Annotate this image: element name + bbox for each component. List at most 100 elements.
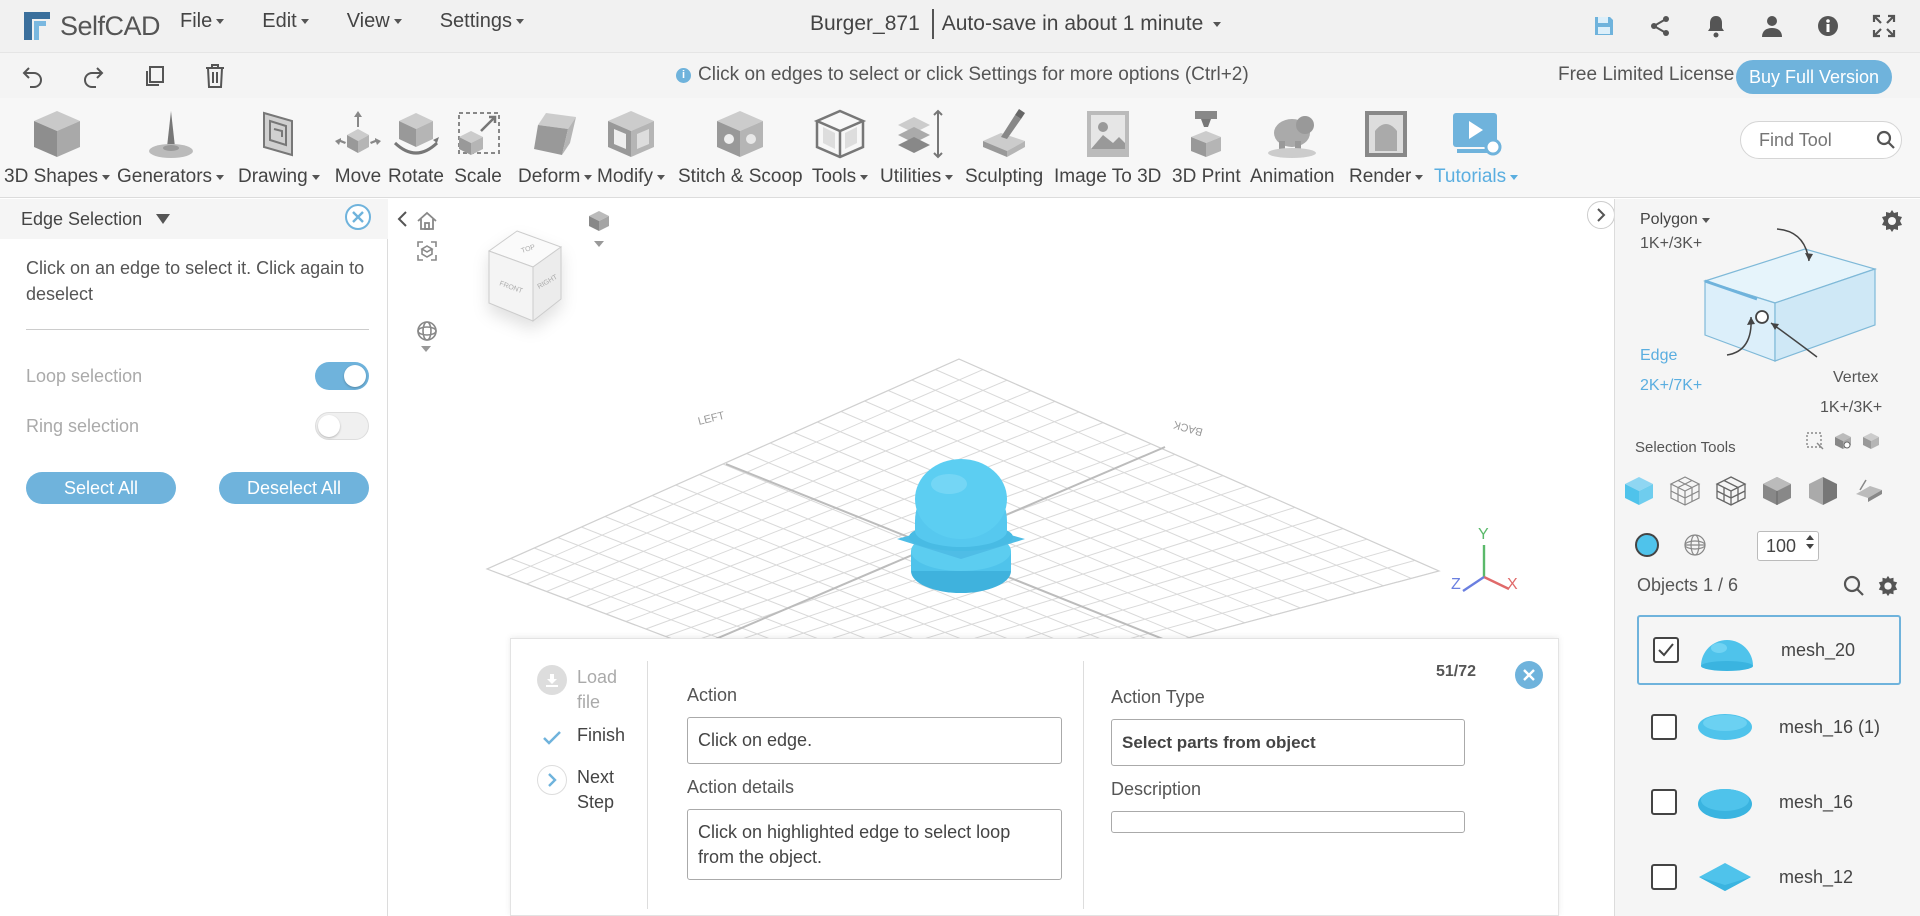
autosave-status[interactable]: Auto-save in about 1 minute: [942, 12, 1204, 36]
redo-icon[interactable]: [78, 61, 108, 91]
solid-select-icon[interactable]: [1861, 431, 1881, 451]
render-icon: [1357, 104, 1415, 164]
tool-move[interactable]: Move: [329, 104, 387, 188]
tool-rotate[interactable]: Rotate: [387, 104, 445, 188]
sculpting-icon: [975, 104, 1033, 164]
close-panel-button[interactable]: [345, 204, 371, 230]
tool-image-to-3d[interactable]: Image To 3D: [1054, 104, 1161, 188]
next-step[interactable]: Next Step: [537, 765, 627, 815]
user-icon[interactable]: [1754, 8, 1790, 44]
menu-settings[interactable]: Settings: [436, 10, 528, 33]
generator-icon: [142, 104, 200, 164]
tool-scale[interactable]: Scale: [449, 104, 507, 188]
tutorials-icon: [1447, 104, 1505, 164]
copy-icon[interactable]: [140, 61, 170, 91]
deselect-all-button[interactable]: Deselect All: [219, 472, 369, 504]
finish-step[interactable]: Finish: [537, 723, 625, 753]
object-row-mesh-12[interactable]: mesh_12: [1637, 842, 1901, 912]
tool-tutorials[interactable]: Tutorials: [1434, 104, 1519, 188]
share-icon[interactable]: [1642, 8, 1678, 44]
grid-back-label: BACK: [1172, 418, 1205, 438]
search-icon[interactable]: [1843, 575, 1865, 597]
tool-sculpting[interactable]: Sculpting: [965, 104, 1043, 188]
tool-deform[interactable]: Deform: [518, 104, 593, 188]
object-checkbox[interactable]: [1651, 714, 1677, 740]
menu-view[interactable]: View: [343, 10, 406, 33]
brush-circle-icon[interactable]: [1635, 533, 1659, 557]
select-all-button[interactable]: Select All: [26, 472, 176, 504]
object-checkbox[interactable]: [1651, 864, 1677, 890]
stitch-scoop-icon: [711, 104, 769, 164]
stepper-arrows-icon[interactable]: [1806, 535, 1814, 549]
box-select-icon[interactable]: [1805, 431, 1825, 451]
close-tutorial-button[interactable]: [1515, 661, 1543, 689]
trash-icon[interactable]: [200, 61, 230, 91]
bell-icon[interactable]: [1698, 8, 1734, 44]
ring-selection-label: Ring selection: [26, 415, 140, 436]
object-thumbnail: [1695, 702, 1755, 752]
gear-icon[interactable]: [1877, 575, 1899, 597]
brush-sphere-icon[interactable]: [1683, 533, 1707, 557]
tool-label: Modify: [597, 166, 653, 187]
object-thumbnail: [1695, 852, 1755, 902]
select-solid-tool[interactable]: [1759, 473, 1795, 509]
tool-label: Tools: [811, 166, 857, 187]
menu-file[interactable]: File: [176, 10, 228, 33]
select-faces-tool[interactable]: [1667, 473, 1703, 509]
ring-selection-toggle[interactable]: [315, 412, 369, 440]
tool-modify[interactable]: Modify: [597, 104, 665, 188]
tool-label: Move: [334, 166, 382, 187]
tool-animation[interactable]: Animation: [1250, 104, 1335, 188]
tool-generators[interactable]: Generators: [117, 104, 225, 188]
object-row-mesh-20[interactable]: mesh_20: [1637, 615, 1901, 685]
undo-icon[interactable]: [18, 61, 48, 91]
select-object-tool[interactable]: [1621, 473, 1657, 509]
document-name[interactable]: Burger_871: [810, 12, 920, 36]
tool-label: Sculpting: [965, 166, 1044, 187]
selfcad-logo[interactable]: SelfCAD: [20, 6, 161, 46]
rotate-icon: [387, 104, 445, 164]
find-tool-input[interactable]: [1759, 129, 1871, 151]
brush-size-input[interactable]: 100: [1757, 531, 1819, 561]
select-plane-tool[interactable]: [1851, 473, 1887, 509]
caret-down-icon: [584, 174, 593, 180]
edge-mode-label[interactable]: Edge: [1640, 347, 1677, 365]
next-step-label: Next Step: [577, 767, 615, 812]
object-thumbnail: [1697, 625, 1757, 675]
triangle-down-icon: [156, 214, 171, 224]
select-mesh-tool[interactable]: [1713, 473, 1749, 509]
info-icon[interactable]: [1810, 8, 1846, 44]
save-icon[interactable]: [1586, 8, 1622, 44]
paint-select-icon[interactable]: [1833, 431, 1853, 451]
tool-utilities[interactable]: Utilities: [880, 104, 954, 188]
fullscreen-icon[interactable]: [1866, 8, 1902, 44]
search-icon[interactable]: [1871, 122, 1901, 158]
tool-3d-shapes[interactable]: 3D Shapes: [4, 104, 111, 188]
document-title: Burger_871 Auto-save in about 1 minute: [810, 9, 1222, 39]
caret-down-icon[interactable]: [1213, 21, 1222, 27]
panel-description: Click on an edge to select it. Click aga…: [26, 258, 365, 304]
loop-selection-toggle[interactable]: [315, 362, 369, 390]
load-file-step[interactable]: Load file: [537, 665, 627, 715]
tool-3d-print[interactable]: 3D Print: [1172, 104, 1241, 188]
select-half-tool[interactable]: [1805, 473, 1841, 509]
vertex-mode-label[interactable]: Vertex: [1833, 369, 1878, 387]
tool-label: Generators: [117, 166, 213, 187]
toggle-knob: [318, 415, 340, 437]
object-row-mesh-16-1[interactable]: mesh_16 (1): [1637, 692, 1901, 762]
tool-drawing[interactable]: Drawing: [238, 104, 320, 188]
panel-title[interactable]: Edge Selection: [21, 209, 171, 230]
axis-gizmo: Y Z X: [1451, 526, 1518, 593]
object-checkbox[interactable]: [1651, 789, 1677, 815]
tool-label: Animation: [1250, 166, 1335, 187]
tool-tools[interactable]: Tools: [811, 104, 869, 188]
object-row-mesh-16[interactable]: mesh_16: [1637, 767, 1901, 837]
menu-edit[interactable]: Edit: [258, 10, 312, 33]
object-checkbox[interactable]: [1653, 637, 1679, 663]
description-field: [1111, 811, 1465, 833]
selection-mode-cube[interactable]: [1675, 211, 1915, 381]
selection-hint: i Click on edges to select or click Sett…: [676, 64, 1249, 86]
buy-full-version-button[interactable]: Buy Full Version: [1736, 60, 1892, 94]
tool-stitch-scoop[interactable]: Stitch & Scoop: [678, 104, 803, 188]
tool-render[interactable]: Render: [1349, 104, 1424, 188]
